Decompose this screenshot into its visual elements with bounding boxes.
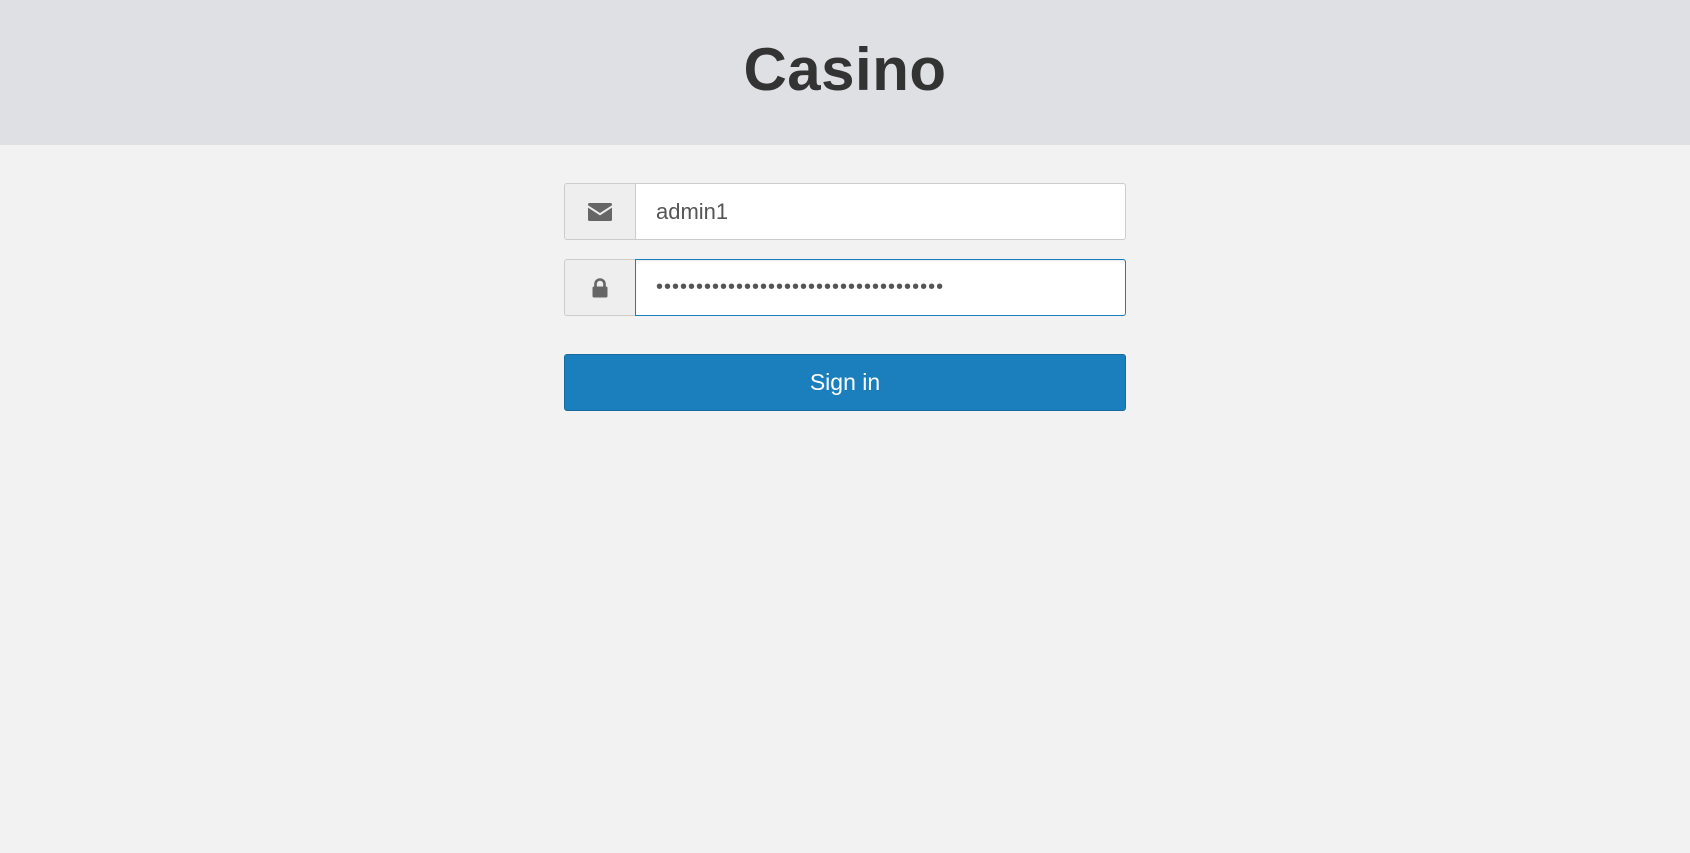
page-header: Casino [0, 0, 1690, 145]
password-addon [564, 259, 635, 316]
email-input-group [564, 183, 1126, 240]
login-form: Sign in [564, 183, 1126, 411]
sign-in-button[interactable]: Sign in [564, 354, 1126, 411]
envelope-icon [588, 202, 612, 221]
password-field[interactable] [635, 259, 1126, 316]
email-addon [564, 183, 635, 240]
password-input-group [564, 259, 1126, 316]
page-title: Casino [743, 36, 947, 103]
email-field[interactable] [635, 183, 1126, 240]
lock-icon [592, 277, 608, 297]
